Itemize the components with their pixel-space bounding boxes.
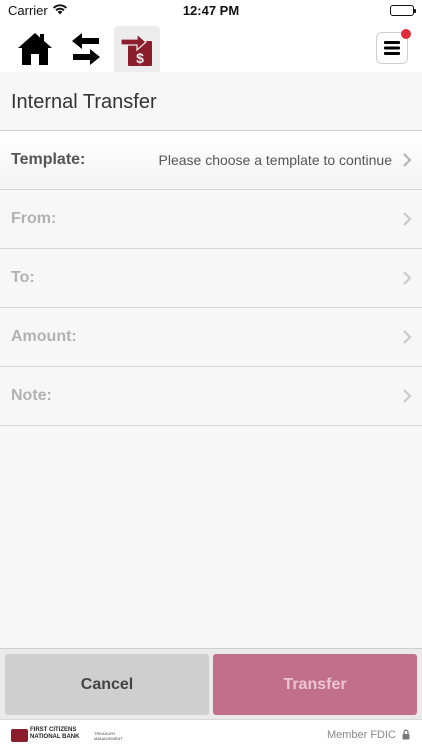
transfer-arrows-icon <box>72 33 100 65</box>
cancel-button[interactable]: Cancel <box>5 654 209 715</box>
template-label: Template: <box>11 151 86 168</box>
action-bar: Cancel Transfer <box>0 648 422 719</box>
bank-division: TREASURY MANAGEMENT <box>94 731 123 741</box>
page-title: Internal Transfer <box>11 91 157 113</box>
fdic-label: Member FDIC <box>326 729 396 741</box>
bank-name: FIRST CITIZENS NATIONAL BANK <box>30 727 79 741</box>
note-label: Note: <box>11 387 52 404</box>
bank-logo-icon <box>11 729 28 742</box>
hamburger-menu-icon <box>384 41 400 55</box>
top-nav: $ <box>0 22 422 72</box>
chevron-right-icon <box>403 389 412 403</box>
template-value: Please choose a template to continue <box>158 152 393 168</box>
nav-internal-transfer-tab[interactable]: $ <box>114 26 160 72</box>
menu-button[interactable] <box>376 29 411 64</box>
clock: 12:47 PM <box>182 3 240 18</box>
internal-transfer-icon: $ <box>120 32 152 66</box>
transfer-button[interactable]: Transfer <box>213 654 417 715</box>
from-row[interactable]: From: <box>0 190 422 249</box>
to-label: To: <box>11 269 35 286</box>
chevron-right-icon <box>403 212 412 226</box>
nav-home-tab[interactable] <box>12 26 58 72</box>
chevron-right-icon <box>403 153 412 167</box>
chevron-right-icon <box>403 271 412 285</box>
from-label: From: <box>11 210 57 227</box>
amount-row[interactable]: Amount: <box>0 308 422 367</box>
to-row[interactable]: To: <box>0 249 422 308</box>
chevron-right-icon <box>403 330 412 344</box>
svg-text:$: $ <box>136 50 144 66</box>
note-row[interactable]: Note: <box>0 367 422 426</box>
bank-name-line1: FIRST CITIZENS <box>30 727 77 733</box>
brand-footer: FIRST CITIZENS NATIONAL BANK TREASURY MA… <box>0 719 422 750</box>
battery-icon <box>390 5 416 16</box>
bank-name-line2: NATIONAL BANK <box>30 734 80 740</box>
template-row[interactable]: Template: Please choose a template to co… <box>0 131 422 190</box>
home-icon <box>18 33 52 65</box>
bank-division-line2: MANAGEMENT <box>94 736 123 741</box>
nav-transfers-tab[interactable] <box>63 26 109 72</box>
page-header: Internal Transfer <box>0 72 422 131</box>
lock-icon <box>402 729 410 740</box>
amount-label: Amount: <box>11 328 77 345</box>
notification-badge <box>401 29 411 39</box>
status-bar: Carrier 12:47 PM <box>0 0 422 22</box>
